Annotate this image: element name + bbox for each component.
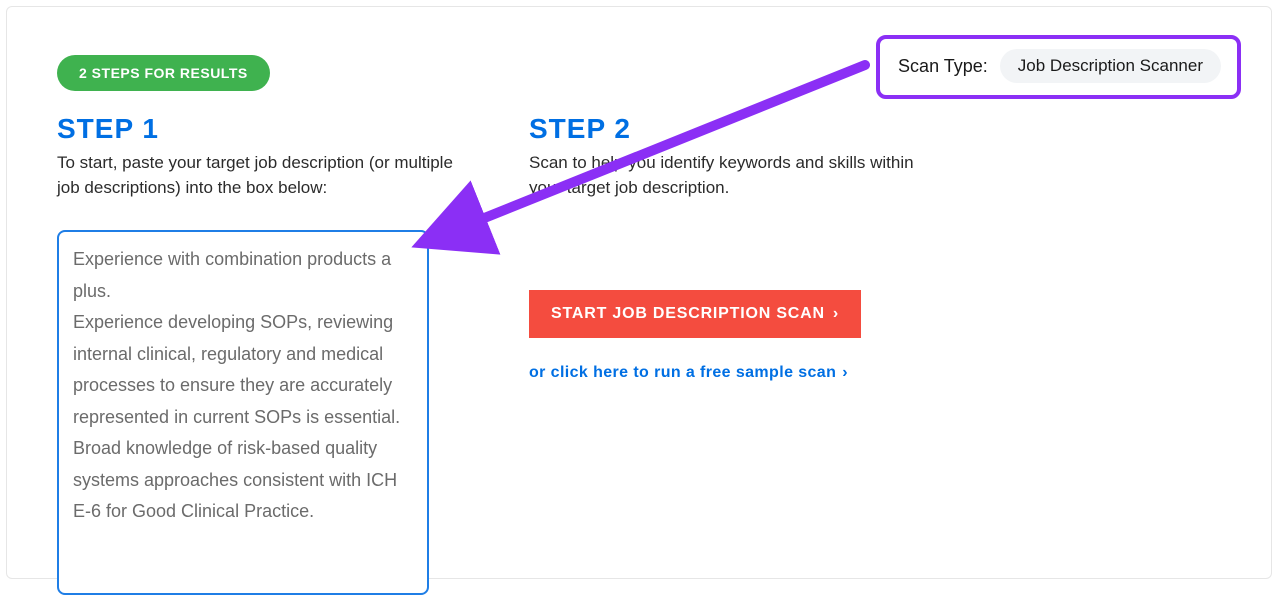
scan-type-label: Scan Type: [898,56,988,77]
step-2-column: STEP 2 Scan to help you identify keyword… [529,113,929,600]
step-1-title: STEP 1 [57,113,457,145]
job-description-input[interactable] [57,230,429,595]
scan-type-selector[interactable]: Scan Type: Job Description Scanner [876,35,1241,99]
chevron-right-icon: › [833,305,839,323]
step-1-description: To start, paste your target job descript… [57,151,457,200]
sample-scan-link[interactable]: or click here to run a free sample scan … [529,364,848,382]
main-card: Scan Type: Job Description Scanner 2 STE… [6,6,1272,579]
scan-type-value[interactable]: Job Description Scanner [1000,49,1221,83]
chevron-right-icon: › [842,364,848,382]
step-2-title: STEP 2 [529,113,929,145]
steps-badge: 2 STEPS FOR RESULTS [57,55,270,91]
steps-columns: STEP 1 To start, paste your target job d… [57,113,1221,600]
step-2-description: Scan to help you identify keywords and s… [529,151,929,200]
start-scan-button[interactable]: START JOB DESCRIPTION SCAN › [529,290,861,338]
start-scan-button-label: START JOB DESCRIPTION SCAN [551,305,825,323]
sample-scan-link-label: or click here to run a free sample scan [529,364,836,382]
step-1-column: STEP 1 To start, paste your target job d… [57,113,457,600]
